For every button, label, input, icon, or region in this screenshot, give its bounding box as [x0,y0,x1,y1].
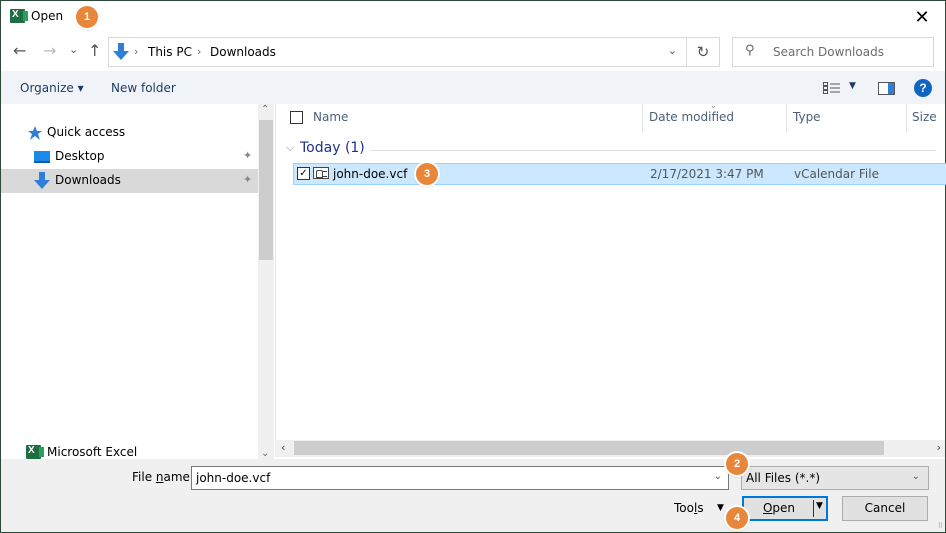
resize-grip-icon[interactable]: ⠿ [938,522,943,530]
organize-button[interactable]: Organize ▾ [20,81,84,95]
step-badge-4: 4 [726,507,748,529]
scrollbar-thumb[interactable] [259,120,273,260]
change-view-icon[interactable] [823,82,841,94]
column-header-size[interactable]: Size [912,110,937,124]
preview-pane-icon[interactable] [878,82,895,95]
open-dialog: X Open 1 ✕ ← → ⌄ ↑ › This PC › Downloads… [0,0,946,533]
navigation-pane: Quick access Desktop ✦ Downloads ✦ X Mic… [1,104,258,460]
file-type: vCalendar File [794,167,879,181]
window-title: Open [31,9,64,23]
sidebar-item-label: Quick access [47,125,126,139]
breadcrumb-this-pc[interactable]: This PC [148,45,192,59]
scroll-left-icon[interactable]: ‹ [281,441,285,454]
group-label: Today (1) [300,140,365,156]
file-name-value: john-doe.vcf [196,471,271,485]
file-type-select[interactable]: All Files (*.*) ⌄ [741,466,929,490]
excel-icon: X [10,9,28,23]
scroll-right-icon[interactable]: › [937,441,941,454]
file-list: Name ⌄ Date modified Type Size ⌵ Today (… [275,101,946,440]
file-name-label: File name: [132,470,194,484]
column-headers: Name ⌄ Date modified Type Size [276,101,946,132]
sidebar-item-label: Microsoft Excel [47,445,138,459]
column-header-name[interactable]: Name [313,110,348,124]
column-header-type[interactable]: Type [793,110,821,124]
refresh-button[interactable]: ↻ [686,38,719,66]
back-button[interactable]: ← [13,41,26,60]
contact-card-icon [313,167,329,179]
sidebar-item-label: Desktop [55,149,105,163]
sidebar-item-downloads[interactable]: Downloads ✦ [1,169,258,193]
step-badge-2: 2 [726,453,748,475]
navigation-bar: ← → ⌄ ↑ › This PC › Downloads ⌄ ↻ ⚲ Sear… [1,33,945,71]
breadcrumb-separator: › [197,45,202,58]
file-date-modified: 2/17/2021 3:47 PM [650,167,764,181]
pin-icon: ✦ [243,149,253,162]
file-row[interactable]: ✓ john-doe.vcf 2/17/2021 3:47 PM vCalend… [293,163,946,185]
close-icon: ✕ [914,6,930,28]
column-divider[interactable] [906,104,907,132]
scroll-up-icon[interactable]: ⌃ [261,104,269,115]
pin-icon: ✦ [243,173,253,186]
dialog-footer: File name: john-doe.vcf ⌄ All Files (*.*… [1,453,945,532]
up-button[interactable]: ↑ [88,41,101,60]
search-placeholder: Search Downloads [773,45,884,59]
address-bar[interactable]: › This PC › Downloads ⌄ ↻ [108,37,720,67]
split-divider [813,500,814,517]
star-icon [28,126,42,140]
column-header-date-modified[interactable]: Date modified [649,110,734,124]
search-box[interactable]: ⚲ Search Downloads [732,37,934,67]
column-divider[interactable] [642,104,643,132]
step-badge-3: 3 [416,163,438,185]
title-bar: X Open 1 ✕ [1,1,945,33]
select-all-checkbox[interactable] [290,111,303,124]
tools-menu-button[interactable]: Tools [674,501,704,515]
chevron-down-icon: ⌄ [911,471,920,482]
open-button[interactable]: Open ▼ [742,496,828,521]
file-type-value: All Files (*.*) [746,471,821,485]
chevron-down-icon: ⌵ [286,141,295,154]
tools-dropdown-icon[interactable]: ▼ [717,503,724,513]
scroll-down-icon[interactable]: ⌄ [261,448,269,459]
download-arrow-icon [113,43,129,60]
group-divider [370,150,936,151]
forward-button[interactable]: → [43,41,56,60]
sidebar-scrollbar[interactable]: ⌃ ⌄ [258,104,274,460]
sidebar-item-label: Downloads [55,173,121,187]
breadcrumb-separator: › [134,45,139,58]
excel-icon: X [26,445,44,459]
sidebar-item-microsoft-excel[interactable]: X Microsoft Excel [1,441,258,460]
step-badge-1: 1 [76,6,98,28]
desktop-icon [34,151,50,163]
file-name-input[interactable]: john-doe.vcf ⌄ [191,466,729,490]
command-toolbar: Organize ▾ New folder ▼ ? [1,71,945,104]
address-dropdown-icon[interactable]: ⌄ [668,44,677,57]
view-options-dropdown[interactable]: ▼ [849,81,856,91]
open-options-dropdown-icon[interactable]: ▼ [816,501,823,511]
cancel-button[interactable]: Cancel [842,496,928,521]
chevron-down-icon[interactable]: ⌄ [714,471,722,482]
download-icon [34,172,50,189]
column-divider[interactable] [786,104,787,132]
sidebar-item-quick-access[interactable]: Quick access [1,121,258,145]
breadcrumb-downloads[interactable]: Downloads [210,45,276,59]
file-name: john-doe.vcf [333,167,408,181]
open-button-label: Open [762,501,796,515]
row-checkbox[interactable]: ✓ [297,167,310,180]
search-icon: ⚲ [745,43,755,58]
sort-indicator-icon: ⌄ [710,101,717,110]
refresh-icon: ↻ [696,43,710,61]
help-icon[interactable]: ? [914,79,932,97]
group-header-today[interactable]: ⌵ Today (1) [286,140,936,160]
close-button[interactable]: ✕ [899,1,945,33]
scrollbar-thumb[interactable] [294,441,884,455]
file-list-horizontal-scrollbar[interactable]: ‹ › [275,440,945,457]
new-folder-button[interactable]: New folder [111,81,176,95]
sidebar-item-desktop[interactable]: Desktop ✦ [1,145,258,169]
recent-locations-button[interactable]: ⌄ [69,43,78,56]
